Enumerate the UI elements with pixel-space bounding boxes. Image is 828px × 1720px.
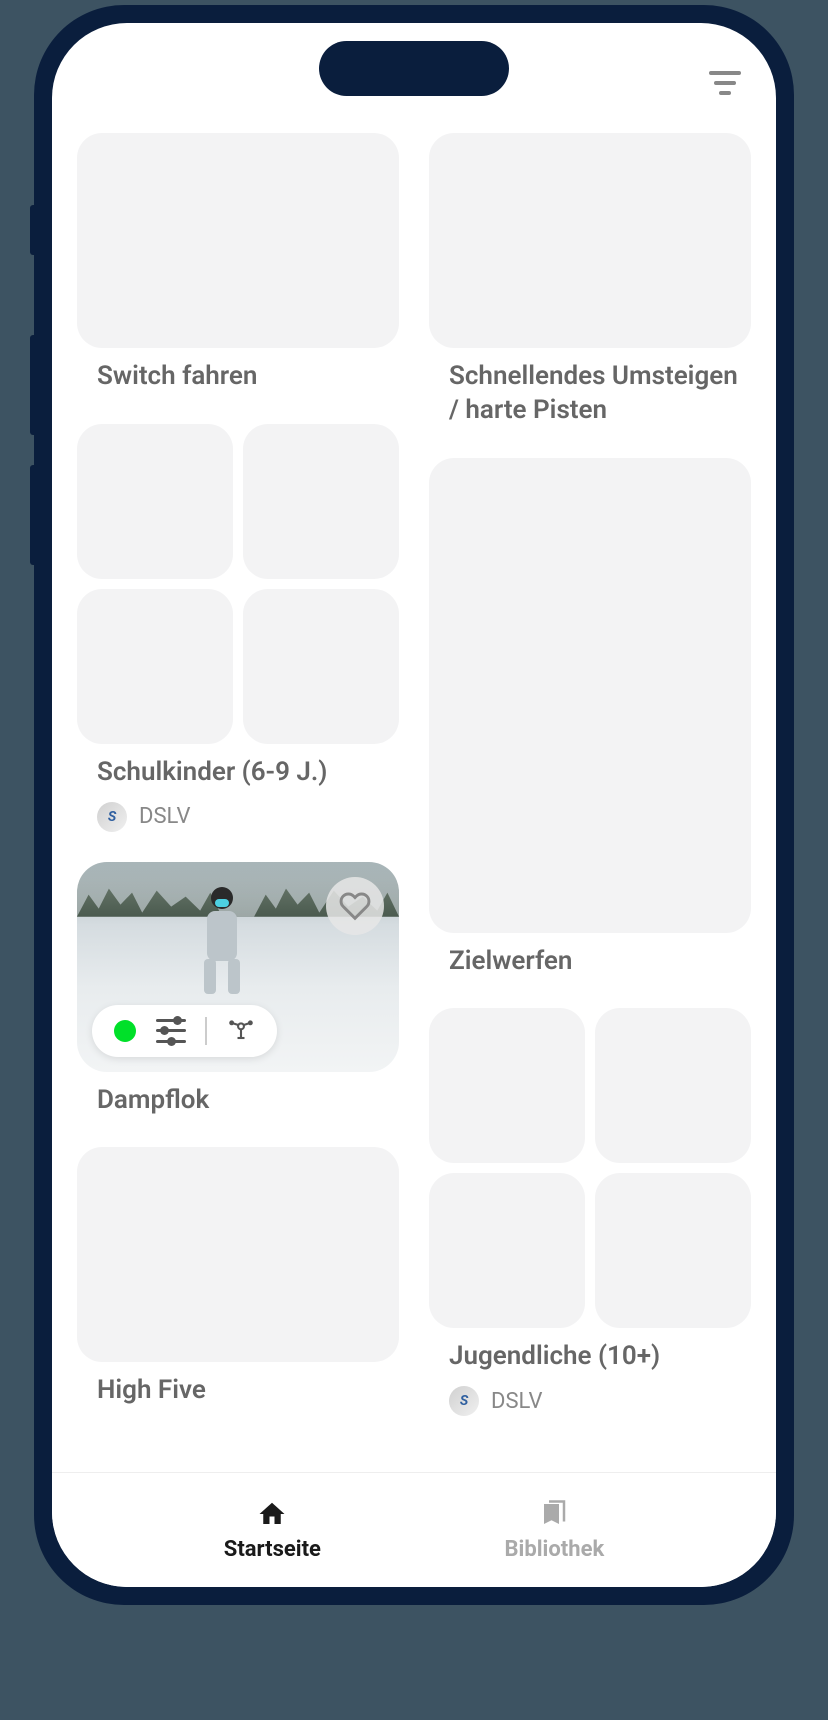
card-thumbnail [77,133,399,348]
card-meta: S DSLV [77,802,399,832]
card-grid: Switch fahren Schulkinder (6-9 J.) S D [77,133,751,1416]
card-photo [77,862,399,1072]
nav-library[interactable]: Bibliothek [505,1499,605,1562]
status-dot-icon [114,1020,136,1042]
thumbnail-cell [429,1008,585,1163]
divider [205,1017,207,1045]
card-jugendliche[interactable]: Jugendliche (10+) S DSLV [429,1008,751,1416]
nav-label: Startseite [224,1537,321,1562]
card-title: Schulkinder (6-9 J.) [77,756,399,790]
nav-home[interactable]: Startseite [224,1499,321,1562]
phone-frame: Switch fahren Schulkinder (6-9 J.) S D [34,5,794,1605]
bottom-nav: Startseite Bibliothek [52,1472,776,1587]
org-name: DSLV [491,1389,542,1414]
org-logo-icon: S [449,1386,479,1416]
thumbnail-cell [595,1008,751,1163]
side-button [30,335,36,435]
nav-label: Bibliothek [505,1537,605,1562]
card-title: Dampflok [77,1084,399,1118]
thumbnail-cell [77,589,233,744]
side-button [30,205,36,255]
card-schulkinder[interactable]: Schulkinder (6-9 J.) S DSLV [77,424,399,832]
card-title: Jugendliche (10+) [429,1340,751,1374]
filter-icon[interactable] [709,71,741,95]
bookmark-stack-icon [539,1499,569,1529]
side-button [30,465,36,565]
right-column: Schnellendes Umstei­gen / harte Pisten Z… [429,133,751,1416]
thumbnail-cell [243,424,399,579]
card-title: Zielwerfen [429,945,751,979]
screen: Switch fahren Schulkinder (6-9 J.) S D [52,23,776,1587]
card-schnellendes-umsteigen[interactable]: Schnellendes Umstei­gen / harte Pisten [429,133,751,428]
card-title: High Five [77,1374,399,1408]
thumbnail-cell [595,1173,751,1328]
notch [319,41,509,96]
card-title: Switch fahren [77,360,399,394]
card-thumbnail-grid [77,424,399,744]
card-dampflok[interactable]: Dampflok [77,862,399,1118]
thumbnail-cell [77,424,233,579]
card-thumbnail [77,1147,399,1362]
org-logo-icon: S [97,802,127,832]
card-thumbnail [429,133,751,348]
card-zielwerfen[interactable]: Zielwerfen [429,458,751,979]
card-controls [92,1005,277,1057]
card-high-five[interactable]: High Five [77,1147,399,1408]
sliders-icon[interactable] [156,1019,186,1043]
thumbnail-cell [243,589,399,744]
card-title: Schnellendes Umstei­gen / harte Pisten [429,360,751,428]
favorite-button[interactable] [326,877,384,935]
card-meta: S DSLV [429,1386,751,1416]
card-thumbnail-grid [429,1008,751,1328]
org-name: DSLV [139,804,190,829]
left-column: Switch fahren Schulkinder (6-9 J.) S D [77,133,399,1416]
thumbnail-cell [429,1173,585,1328]
photo-skier [199,887,244,987]
drone-icon[interactable] [227,1017,255,1045]
home-icon [257,1499,287,1529]
card-switch-fahren[interactable]: Switch fahren [77,133,399,394]
heart-icon [339,890,371,922]
content-scroll[interactable]: Switch fahren Schulkinder (6-9 J.) S D [52,123,776,1472]
card-thumbnail [429,458,751,933]
